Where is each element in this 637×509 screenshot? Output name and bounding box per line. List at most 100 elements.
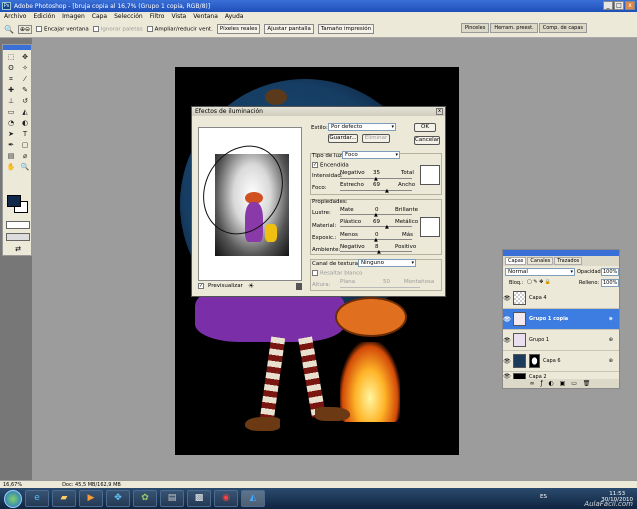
language-indicator[interactable]: ES — [540, 494, 547, 500]
palette-tab-herramientas[interactable]: Herram. preest. — [490, 23, 538, 33]
fill-field[interactable]: 100% — [601, 279, 620, 287]
layer-row[interactable]: 👁 Grupo 1 copia ⊛ — [503, 309, 619, 330]
app-icon[interactable]: ✿ — [133, 490, 157, 507]
menu-seleccion[interactable]: Selección — [114, 13, 143, 20]
save-style-button[interactable]: Guardar... — [328, 134, 358, 143]
dodge-tool-icon[interactable]: ◐ — [19, 119, 31, 128]
eye-icon[interactable]: 👁 — [503, 358, 511, 365]
white-high-checkbox[interactable]: Resaltar blanco — [312, 270, 363, 277]
menu-archivo[interactable]: Archivo — [4, 13, 26, 20]
menu-edicion[interactable]: Edición — [33, 13, 55, 20]
history-brush-icon[interactable]: ↺ — [19, 97, 31, 106]
focus-slider-thumb[interactable]: ▲ — [385, 189, 389, 194]
path-select-icon[interactable]: ➤ — [5, 130, 17, 139]
light-type-select[interactable]: Foco — [342, 151, 400, 159]
ie-icon[interactable]: e — [25, 490, 49, 507]
hand-tool-icon[interactable]: ✋ — [5, 163, 17, 172]
layer-row[interactable]: 👁 Capa 6 ⊛ — [503, 351, 619, 372]
focus-slider[interactable] — [340, 190, 412, 191]
menu-imagen[interactable]: Imagen — [62, 13, 85, 20]
actual-pixels-button[interactable]: Píxeles reales — [216, 24, 261, 34]
photoshop-taskbar-icon[interactable]: ◭ — [241, 490, 265, 507]
dialog-close-icon[interactable]: x — [436, 108, 443, 115]
preview-checkbox[interactable]: ✓ — [198, 283, 204, 289]
eyedropper-icon[interactable]: ⌀ — [19, 152, 31, 161]
zoom-in-icon[interactable]: ⊕⊖ — [17, 24, 33, 34]
crop-tool-icon[interactable]: ⌗ — [5, 75, 17, 84]
ambience-slider-thumb[interactable]: ▲ — [377, 250, 381, 255]
foreground-color-swatch[interactable] — [7, 195, 21, 207]
fit-screen-button[interactable]: Ajustar pantalla — [264, 24, 314, 34]
photo-icon[interactable]: ▩ — [187, 490, 211, 507]
exposure-slider-thumb[interactable]: ▲ — [374, 238, 378, 243]
imageready-icon[interactable]: ⇄ — [6, 245, 30, 253]
healing-brush-icon[interactable]: ✚ — [5, 86, 17, 95]
brush-tool-icon[interactable]: ✎ — [19, 86, 31, 95]
gloss-slider-thumb[interactable]: ▲ — [374, 213, 378, 218]
marquee-tool-icon[interactable]: ⬚ — [5, 53, 17, 62]
eye-icon[interactable]: 👁 — [503, 316, 511, 323]
quickmask-icon[interactable] — [6, 221, 30, 229]
start-button[interactable] — [4, 489, 22, 508]
lock-icons[interactable]: ▢ ✎ ✥ 🔒 — [527, 279, 551, 285]
height-slider[interactable] — [340, 287, 420, 288]
cancel-button[interactable]: Cancelar — [414, 136, 440, 145]
lasso-tool-icon[interactable]: ʘ — [5, 64, 17, 73]
slice-tool-icon[interactable]: ⁄ — [19, 75, 31, 84]
magic-wand-icon[interactable]: ✧ — [19, 64, 31, 73]
layer-fx-icon[interactable]: ⊛ — [609, 337, 613, 343]
material-slider[interactable] — [340, 226, 412, 227]
ambient-color-swatch[interactable] — [420, 217, 440, 237]
preview-toggle[interactable]: ✓ Previsualizar — [198, 283, 243, 289]
ok-button[interactable]: OK — [414, 123, 436, 132]
print-size-button[interactable]: Tamaño impresión — [317, 24, 375, 34]
delete-style-button[interactable]: Eliminar — [362, 134, 390, 143]
folder-icon[interactable]: ▰ — [52, 490, 76, 507]
lighting-preview[interactable] — [187, 127, 302, 281]
close-button[interactable]: x — [625, 1, 635, 10]
trash-icon[interactable] — [296, 283, 302, 290]
zoom-level[interactable]: 16,67% — [3, 482, 22, 488]
ambience-slider[interactable] — [340, 251, 412, 252]
bucket-tool-icon[interactable]: ◭ — [19, 108, 31, 117]
layer-fx-icon[interactable]: ⊛ — [609, 358, 613, 364]
light-bulb-icon[interactable]: ☀ — [248, 282, 254, 290]
layer-row[interactable]: 👁 Grupo 1 ⊛ — [503, 330, 619, 351]
texture-select[interactable]: Ninguno — [358, 259, 416, 267]
fit-window-checkbox[interactable]: Encajar ventana — [36, 25, 89, 32]
opacity-field[interactable]: 100% — [601, 268, 620, 276]
app-icon[interactable]: ✥ — [106, 490, 130, 507]
menu-filtro[interactable]: Filtro — [150, 13, 165, 20]
menu-ayuda[interactable]: Ayuda — [225, 13, 244, 20]
stamp-tool-icon[interactable]: ⊥ — [5, 97, 17, 106]
eye-icon[interactable]: 👁 — [503, 295, 511, 302]
menu-ventana[interactable]: Ventana — [193, 13, 218, 20]
ignore-palettes-checkbox[interactable]: Ignorar paletas — [92, 25, 143, 32]
zoom-tool-icon[interactable]: 🔍 — [4, 25, 14, 34]
zoom-tool-box-icon[interactable]: 🔍 — [19, 163, 31, 172]
tab-trazados[interactable]: Trazados — [554, 257, 583, 265]
screen-mode-icon[interactable] — [6, 233, 30, 241]
layer-fx-icon[interactable]: ⊛ — [609, 316, 613, 322]
notes-tool-icon[interactable]: ▤ — [5, 152, 17, 161]
chrome-icon[interactable]: ◉ — [214, 490, 238, 507]
maximize-button[interactable]: □ — [614, 1, 624, 10]
move-tool-icon[interactable]: ✥ — [19, 53, 31, 62]
eraser-tool-icon[interactable]: ▭ — [5, 108, 17, 117]
light-on-checkbox[interactable]: ✓ Encendida — [312, 162, 349, 169]
layer-row[interactable]: 👁 Capa 4 — [503, 288, 619, 309]
palette-tab-pinceles[interactable]: Pinceles — [460, 23, 490, 33]
layers-footer-icons[interactable]: ∞ ƒ ◐ ▣ ▭ 🗑 — [503, 379, 619, 388]
tab-canales[interactable]: Canales — [527, 257, 554, 265]
scanner-icon[interactable]: ▤ — [160, 490, 184, 507]
material-slider-thumb[interactable]: ▲ — [385, 225, 389, 230]
eye-icon[interactable]: 👁 — [503, 337, 511, 344]
menu-vista[interactable]: Vista — [171, 13, 186, 20]
blend-mode-select[interactable]: Normal — [505, 268, 575, 276]
light-color-swatch[interactable] — [420, 165, 440, 185]
menu-capa[interactable]: Capa — [92, 13, 107, 20]
type-tool-icon[interactable]: T — [19, 130, 31, 139]
palette-tab-composiciones[interactable]: Comp. de capas — [538, 23, 587, 33]
pen-tool-icon[interactable]: ✒ — [5, 141, 17, 150]
shape-tool-icon[interactable]: ▢ — [19, 141, 31, 150]
